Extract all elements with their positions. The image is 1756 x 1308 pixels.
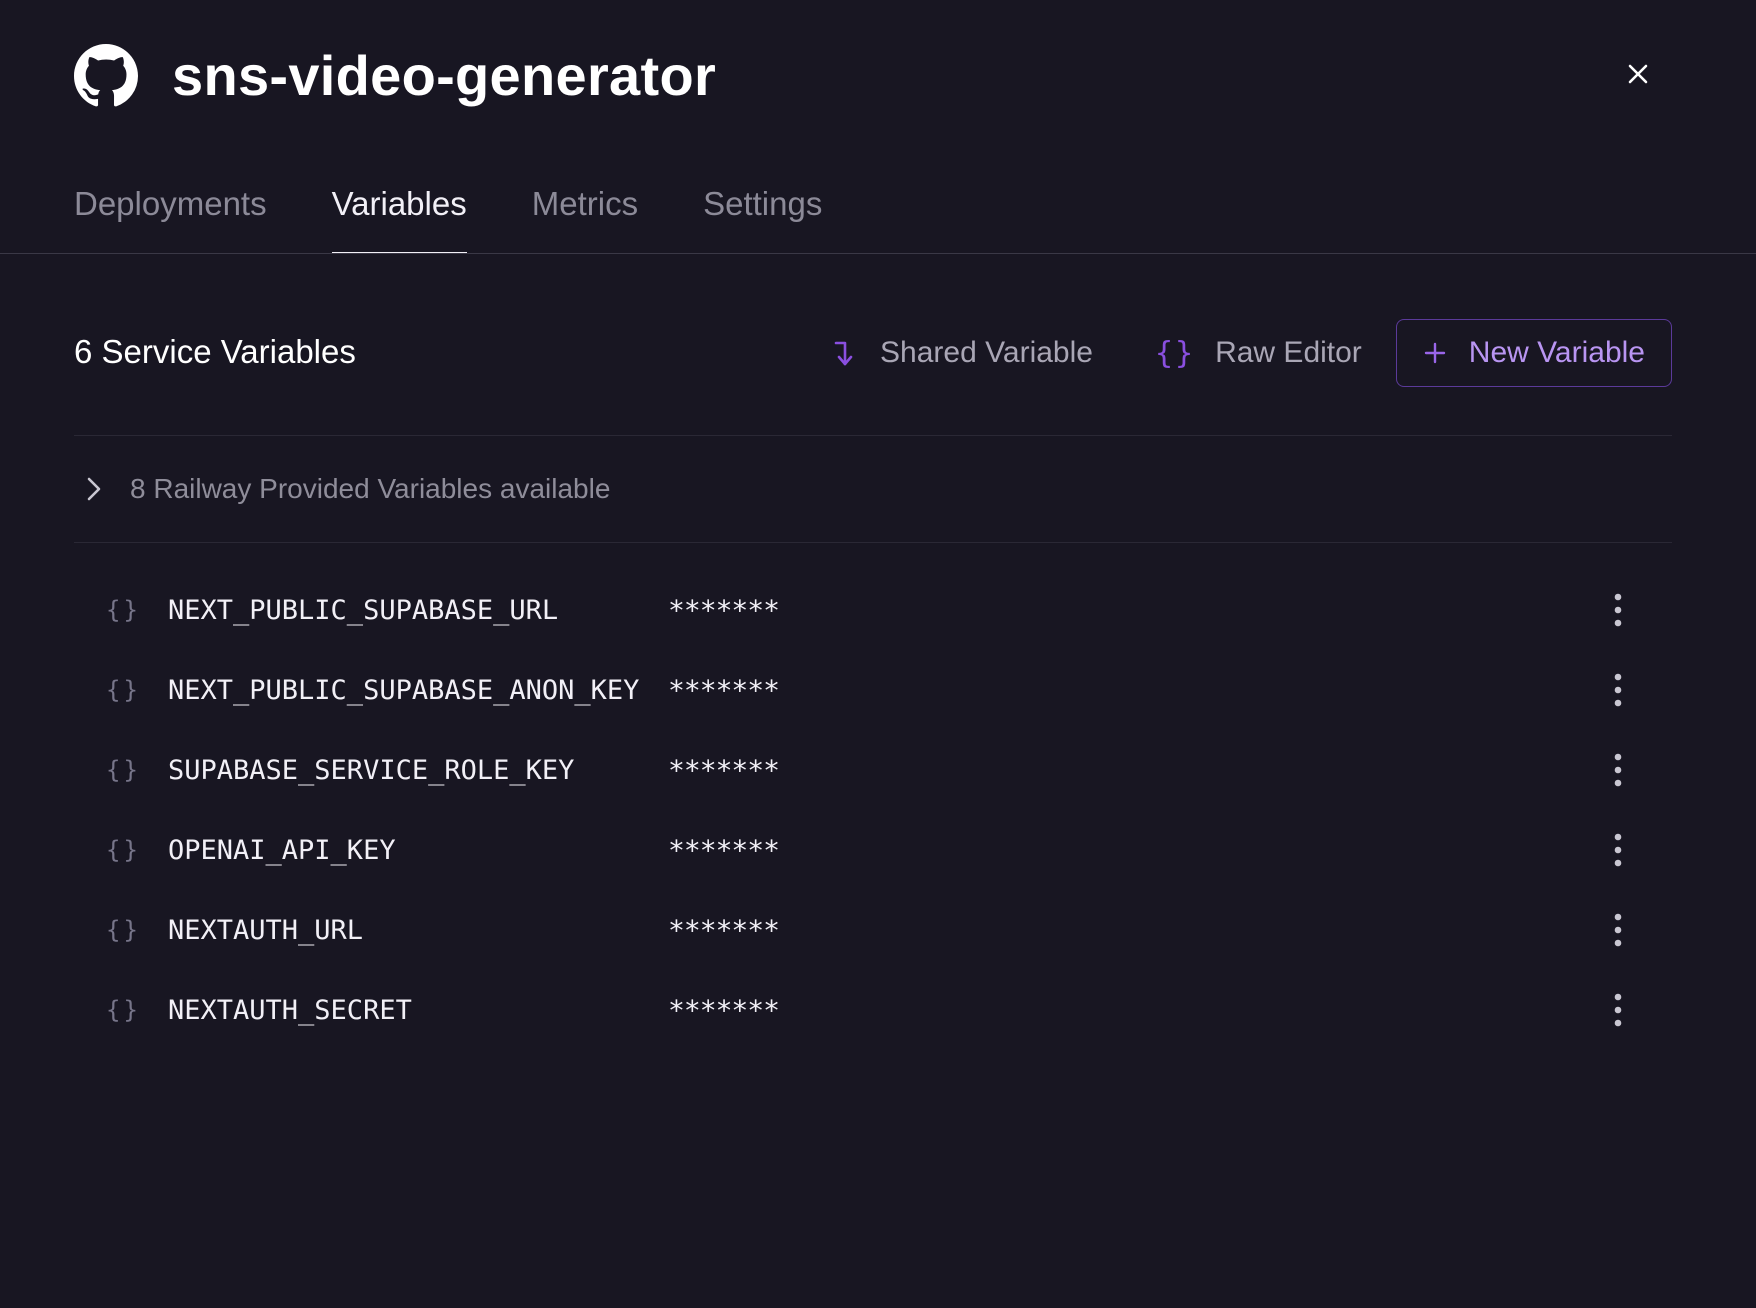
braces-icon: {} [1154,335,1196,371]
new-variable-label: New Variable [1468,336,1645,369]
divider [74,435,1672,436]
braces-icon: {} [106,836,141,864]
page-title: sns-video-generator [172,44,717,107]
shared-variable-button[interactable]: Shared Variable [832,319,1093,387]
more-options-icon[interactable] [1600,832,1636,868]
variable-name: NEXTAUTH_SECRET [168,994,412,1026]
more-options-icon[interactable] [1600,752,1636,788]
tabs-divider [0,253,1756,254]
section-title: 6 Service Variables [74,333,356,370]
close-button[interactable] [1620,56,1656,92]
variable-value[interactable]: ******* [668,674,780,707]
variable-name: NEXT_PUBLIC_SUPABASE_URL [168,594,559,626]
raw-editor-label: Raw Editor [1215,336,1362,369]
variable-name: OPENAI_API_KEY [168,834,396,866]
service-panel: sns-video-generator Deployments Variable… [0,0,1756,1308]
braces-icon: {} [106,756,141,784]
variable-value[interactable]: ******* [668,754,780,787]
more-options-icon[interactable] [1600,992,1636,1028]
variable-row[interactable]: {} SUPABASE_SERVICE_ROLE_KEY ******* [74,730,1672,810]
tab-variables[interactable]: Variables [331,174,467,254]
braces-icon: {} [106,596,141,624]
braces-icon: {} [106,916,141,944]
variable-row[interactable]: {} NEXTAUTH_SECRET ******* [74,970,1672,1050]
variable-row[interactable]: {} NEXTAUTH_URL ******* [74,890,1672,970]
plus-icon [1423,341,1447,365]
variable-name: SUPABASE_SERVICE_ROLE_KEY [168,754,575,786]
divider [74,542,1672,543]
tab-bar: Deployments Variables Metrics Settings [74,174,887,254]
variable-name: NEXT_PUBLIC_SUPABASE_ANON_KEY [168,674,640,706]
variable-value[interactable]: ******* [668,914,780,947]
variable-list: {} NEXT_PUBLIC_SUPABASE_URL ******* {} N… [74,570,1672,1050]
tab-settings[interactable]: Settings [703,174,822,254]
tab-metrics[interactable]: Metrics [532,174,638,254]
more-options-icon[interactable] [1600,912,1636,948]
variable-name: NEXTAUTH_URL [168,914,364,946]
github-icon [74,44,138,108]
tab-deployments[interactable]: Deployments [74,174,267,254]
arrow-down-right-icon [832,338,860,368]
chevron-right-icon [74,476,114,502]
variable-value[interactable]: ******* [668,834,780,867]
panel-header: sns-video-generator [74,40,716,112]
variables-toolbar: Shared Variable {} Raw Editor New Variab… [832,319,1672,387]
railway-provided-toggle[interactable]: 8 Railway Provided Variables available [74,458,610,520]
variable-row[interactable]: {} NEXT_PUBLIC_SUPABASE_URL ******* [74,570,1672,650]
more-options-icon[interactable] [1600,672,1636,708]
more-options-icon[interactable] [1600,592,1636,628]
shared-variable-label: Shared Variable [880,336,1093,369]
raw-editor-button[interactable]: {} Raw Editor [1155,319,1362,387]
new-variable-button[interactable]: New Variable [1395,319,1672,387]
variable-row[interactable]: {} NEXT_PUBLIC_SUPABASE_ANON_KEY ******* [74,650,1672,730]
variable-row[interactable]: {} OPENAI_API_KEY ******* [74,810,1672,890]
railway-provided-label: 8 Railway Provided Variables available [130,473,611,504]
braces-icon: {} [106,996,141,1024]
close-icon [1628,64,1648,84]
braces-icon: {} [106,676,141,704]
variable-value[interactable]: ******* [668,994,780,1027]
variable-value[interactable]: ******* [668,594,780,627]
